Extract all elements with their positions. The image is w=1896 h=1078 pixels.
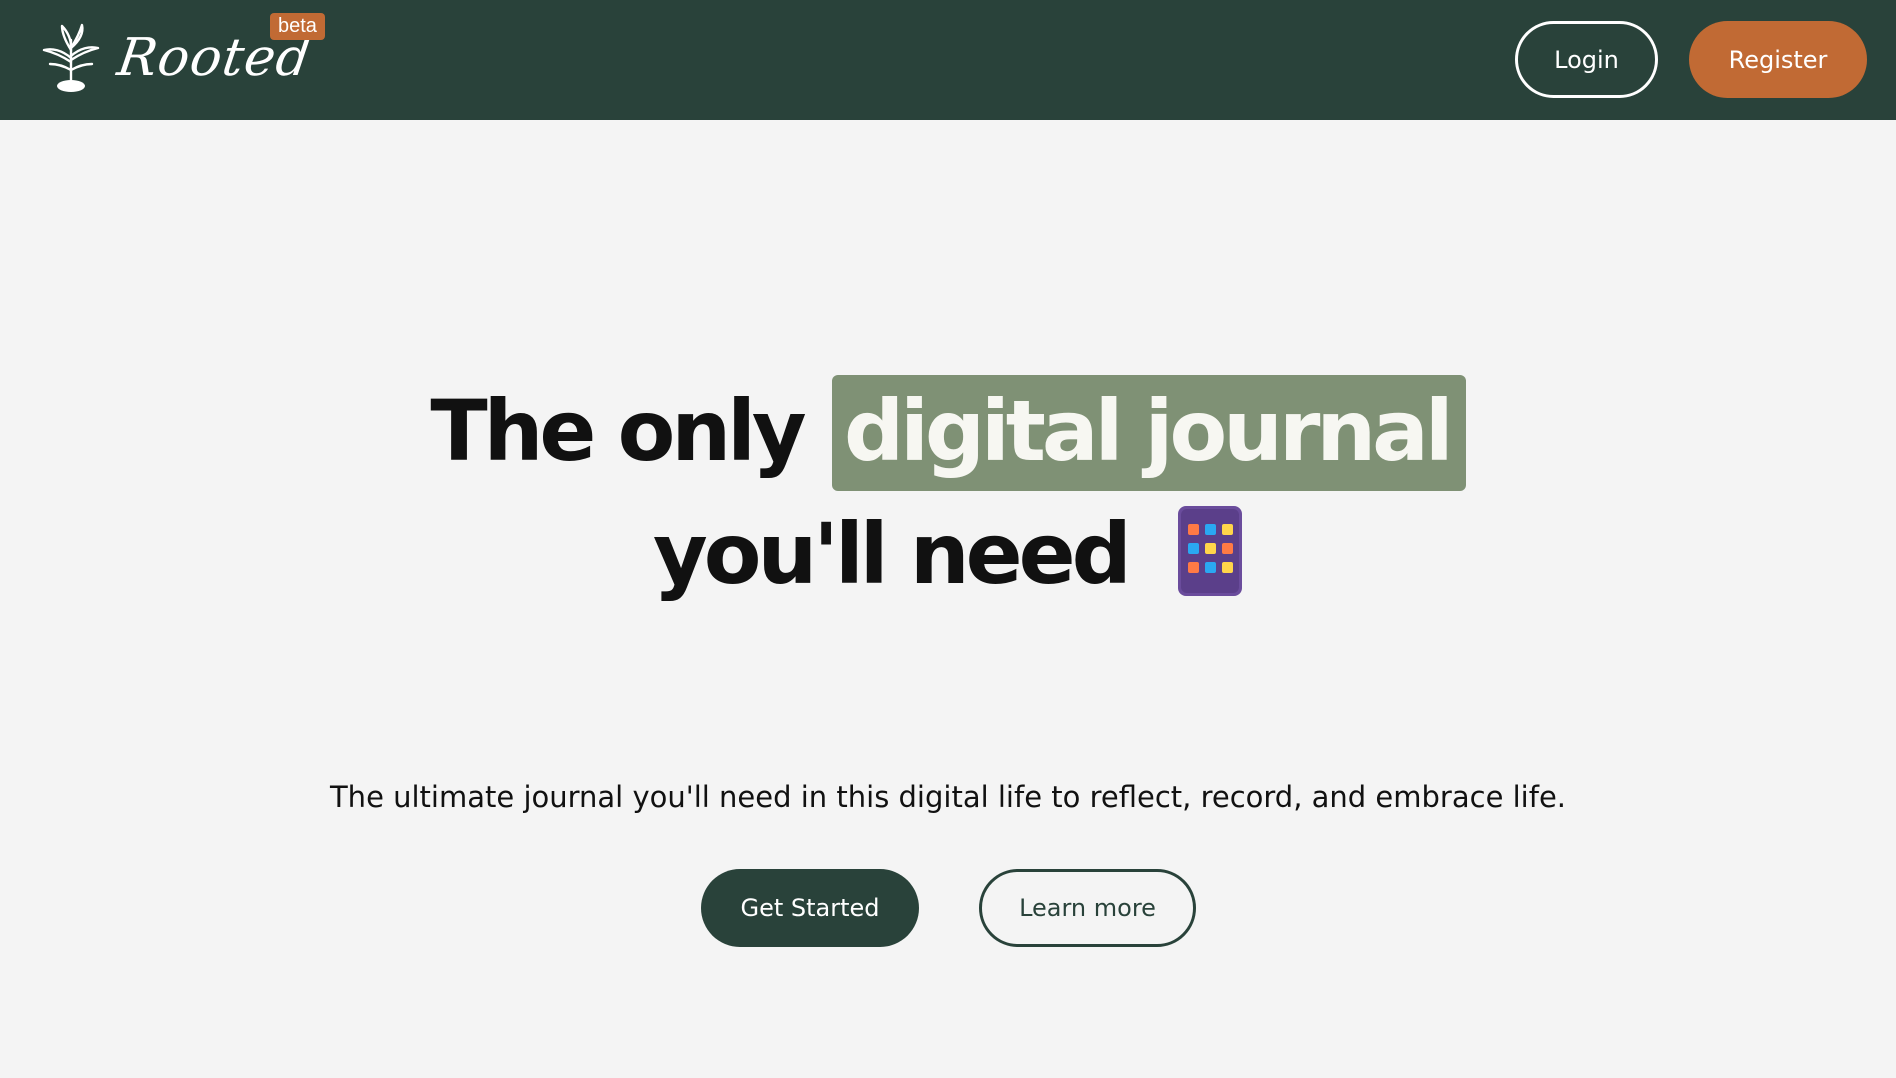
headline-prefix: The only xyxy=(430,382,806,480)
navbar: Rooted beta Login Register xyxy=(0,0,1896,120)
hero-section: The only digital journal you'll need The… xyxy=(0,120,1896,1078)
headline-line-2: you'll need xyxy=(0,506,1896,597)
register-button[interactable]: Register xyxy=(1689,21,1867,98)
plant-sprout-icon xyxy=(42,23,100,92)
hero-subtitle: The ultimate journal you'll need in this… xyxy=(329,780,1567,814)
headline-highlight: digital journal xyxy=(831,375,1466,491)
tablet-icon xyxy=(1177,506,1242,597)
headline-line-1: The only digital journal xyxy=(0,375,1896,491)
beta-badge: beta xyxy=(270,13,325,40)
headline-line2-text: you'll need xyxy=(653,505,1132,603)
login-button[interactable]: Login xyxy=(1515,21,1658,98)
learn-more-button[interactable]: Learn more xyxy=(979,869,1196,947)
get-started-button[interactable]: Get Started xyxy=(701,869,919,947)
